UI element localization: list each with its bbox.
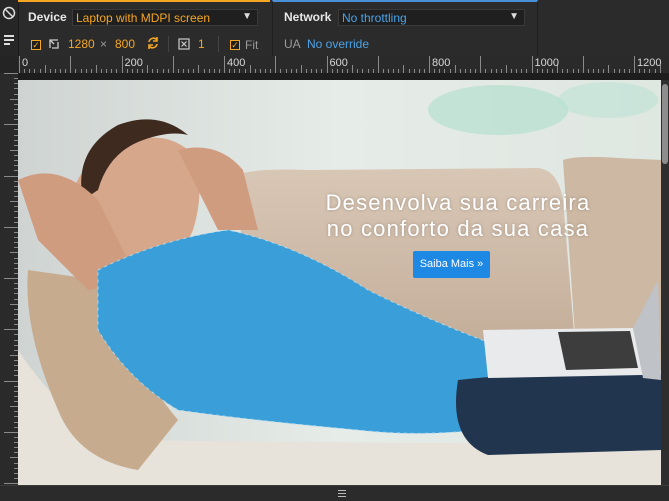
emulation-strip xyxy=(0,0,19,56)
ua-label: UA xyxy=(284,37,301,51)
ruler-tick xyxy=(4,73,18,74)
chevron-down-icon: ▼ xyxy=(509,11,519,22)
ruler-tick xyxy=(326,56,328,73)
device-pixel-ratio-icon xyxy=(178,38,190,50)
ruler-tick xyxy=(352,65,354,73)
ruler-label: 1200 xyxy=(637,57,662,69)
drawer-icon[interactable] xyxy=(2,32,16,46)
ruler-tick xyxy=(300,65,302,73)
ruler-tick xyxy=(480,56,482,73)
vertical-ruler xyxy=(0,73,19,485)
fit-label: Fit xyxy=(245,38,259,52)
width-field[interactable]: 1280 xyxy=(68,37,95,51)
ruler-tick xyxy=(147,65,149,73)
ruler-label: 800 xyxy=(432,57,451,69)
ruler-tick xyxy=(275,56,277,73)
ruler-label: 200 xyxy=(124,57,143,69)
device-select[interactable]: Laptop with MDPI screen ▼ xyxy=(72,9,258,26)
network-panel: Network No throttling ▼ UA No override xyxy=(272,0,538,56)
resolution-checkbox[interactable]: ✓ xyxy=(31,40,41,50)
ruler-label: 400 xyxy=(227,57,246,69)
ruler-tick xyxy=(121,56,123,73)
ruler-tick xyxy=(4,124,18,126)
separator xyxy=(218,36,219,52)
ruler-tick xyxy=(4,226,18,228)
ruler-tick xyxy=(582,56,584,73)
hero-headline-line-1: Desenvolva sua carreira xyxy=(325,190,591,215)
ruler-tick xyxy=(19,56,20,73)
toolbar-empty-area xyxy=(539,0,669,56)
ruler-tick xyxy=(4,483,18,484)
dpr-field[interactable]: 1 xyxy=(198,37,205,51)
ruler-tick xyxy=(4,380,18,382)
no-entry-icon[interactable] xyxy=(2,6,16,20)
viewport-scrollbar[interactable] xyxy=(661,80,669,485)
height-field[interactable]: 800 xyxy=(115,37,135,51)
horizontal-ruler: 0 200 400 600 800 1000 1200 xyxy=(18,56,669,74)
ruler-tick xyxy=(198,65,200,73)
hero-headline: Desenvolva sua carreira no conforto da s… xyxy=(288,190,628,242)
device-toolbar: Device Laptop with MDPI screen ▼ ✓ 1280 … xyxy=(0,0,669,56)
ruler-tick xyxy=(634,56,635,73)
ruler-tick xyxy=(531,56,533,73)
ruler-tick xyxy=(4,431,18,433)
ruler-tick xyxy=(70,56,72,73)
ruler-tick xyxy=(454,65,456,73)
ruler-label: 1000 xyxy=(534,57,559,69)
ruler-tick xyxy=(10,149,18,151)
scrollbar-thumb[interactable] xyxy=(662,84,668,164)
ruler-tick xyxy=(224,56,225,73)
hero-headline-line-2: no conforto da sua casa xyxy=(326,216,590,241)
network-select-value: No throttling xyxy=(342,11,407,25)
ruler-tick xyxy=(429,56,430,73)
ruler-tick xyxy=(10,98,18,100)
ruler-label: 0 xyxy=(22,57,29,69)
ruler-tick xyxy=(10,303,18,305)
network-select[interactable]: No throttling ▼ xyxy=(338,9,525,26)
ruler-tick xyxy=(95,65,97,73)
device-label: Device xyxy=(28,10,67,24)
ruler-tick xyxy=(10,354,18,356)
ruler-tick xyxy=(44,65,46,73)
ruler-tick xyxy=(10,201,18,203)
ruler-tick xyxy=(10,457,18,459)
swap-dimensions-icon[interactable] xyxy=(146,36,160,50)
ruler-label: 600 xyxy=(329,57,348,69)
ua-value[interactable]: No override xyxy=(307,37,369,51)
ruler-tick xyxy=(4,329,18,331)
ruler-tick xyxy=(10,252,18,254)
ruler-tick xyxy=(249,65,251,73)
ruler-tick xyxy=(10,406,18,408)
separator xyxy=(168,36,169,52)
ruler-tick xyxy=(608,65,610,73)
ruler-tick xyxy=(377,56,379,73)
network-label: Network xyxy=(284,10,332,24)
fit-checkbox[interactable]: ✓ xyxy=(230,40,240,50)
ruler-tick xyxy=(505,65,507,73)
device-panel: Device Laptop with MDPI screen ▼ ✓ 1280 … xyxy=(18,0,270,56)
ruler-tick xyxy=(4,278,18,279)
viewport-gutter xyxy=(18,73,669,80)
emulated-viewport: Desenvolva sua carreira no conforto da s… xyxy=(18,80,661,485)
viewport-resize-bar[interactable] xyxy=(0,485,669,501)
hero-photo xyxy=(18,80,661,485)
device-select-value: Laptop with MDPI screen xyxy=(76,11,211,25)
ruler-tick xyxy=(172,56,174,73)
saiba-mais-button[interactable]: Saiba Mais » xyxy=(413,251,490,278)
resize-icon xyxy=(49,39,59,49)
ruler-tick xyxy=(403,65,405,73)
resize-grip-icon[interactable] xyxy=(338,490,346,497)
chevron-down-icon: ▼ xyxy=(242,11,252,22)
times-sign: × xyxy=(100,37,108,51)
ruler-tick xyxy=(4,175,18,177)
